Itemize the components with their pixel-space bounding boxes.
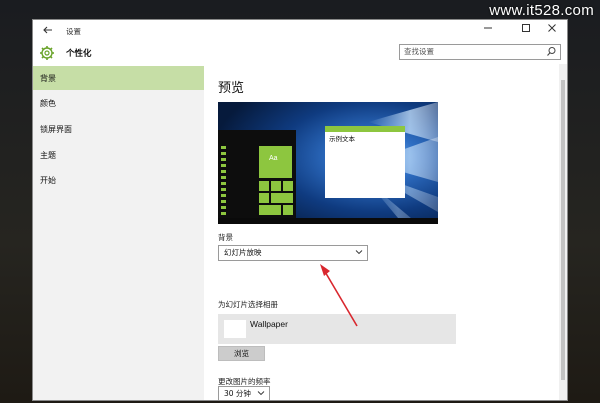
sidebar-item-colors[interactable]: 颜色 xyxy=(33,91,204,115)
sidebar-item-lock-screen[interactable]: 锁屏界面 xyxy=(33,117,204,141)
scrollbar-thumb[interactable] xyxy=(561,80,565,380)
preview-image: Aa 示例文本 xyxy=(218,102,438,224)
album-label: 为幻灯片选择相册 xyxy=(218,300,278,309)
album-thumbnail xyxy=(224,320,246,338)
chevron-down-icon xyxy=(355,248,363,259)
watermark: www.it528.com xyxy=(489,2,594,19)
sidebar: 背景 颜色 锁屏界面 主题 开始 xyxy=(33,66,204,400)
album-name: Wallpaper xyxy=(250,319,288,329)
close-icon xyxy=(548,24,556,32)
sidebar-item-label: 锁屏界面 xyxy=(40,125,72,134)
page-title: 个性化 xyxy=(66,49,92,59)
preview-desktop-graphic xyxy=(218,102,438,224)
header-bar: 个性化 查找设置 xyxy=(33,42,567,64)
background-dropdown-value: 幻灯片放映 xyxy=(224,248,262,257)
back-button[interactable] xyxy=(41,24,55,38)
background-dropdown[interactable]: 幻灯片放映 xyxy=(218,245,368,261)
album-item[interactable]: Wallpaper xyxy=(218,314,456,344)
search-placeholder: 查找设置 xyxy=(404,47,434,56)
background-label: 背景 xyxy=(218,233,233,242)
close-button[interactable] xyxy=(537,20,567,42)
settings-window: 设置 个性化 查找设置 背景 颜色 锁屏界面 主题 开始 预览 Aa 示例文本 … xyxy=(33,20,567,400)
search-input[interactable]: 查找设置 xyxy=(399,44,561,60)
preview-sample-text: 示例文本 xyxy=(329,135,355,143)
sidebar-item-start[interactable]: 开始 xyxy=(33,168,204,192)
frequency-dropdown[interactable]: 30 分钟 xyxy=(218,386,270,400)
main-content: 预览 Aa 示例文本 背景 幻灯片放映 为幻灯片选择相册 Wallpaper 浏… xyxy=(204,64,559,400)
sidebar-item-label: 主题 xyxy=(40,151,56,160)
minimize-button[interactable] xyxy=(473,20,503,42)
title-bar: 设置 xyxy=(33,20,567,42)
sidebar-item-label: 开始 xyxy=(40,176,56,185)
gear-icon xyxy=(40,46,54,60)
chevron-down-icon xyxy=(257,389,265,400)
sidebar-item-label: 背景 xyxy=(40,74,56,83)
sidebar-item-themes[interactable]: 主题 xyxy=(33,143,204,167)
browse-button[interactable]: 浏览 xyxy=(218,346,265,361)
sidebar-item-background[interactable]: 背景 xyxy=(33,66,204,90)
frequency-dropdown-value: 30 分钟 xyxy=(224,389,251,398)
search-icon[interactable] xyxy=(546,46,557,57)
preview-tile-text: Aa xyxy=(269,155,278,162)
maximize-icon xyxy=(522,24,530,32)
back-arrow-icon xyxy=(43,26,52,34)
minimize-icon xyxy=(484,27,492,29)
sidebar-item-label: 颜色 xyxy=(40,99,56,108)
window-title: 设置 xyxy=(66,27,81,36)
preview-heading: 预览 xyxy=(218,81,245,96)
